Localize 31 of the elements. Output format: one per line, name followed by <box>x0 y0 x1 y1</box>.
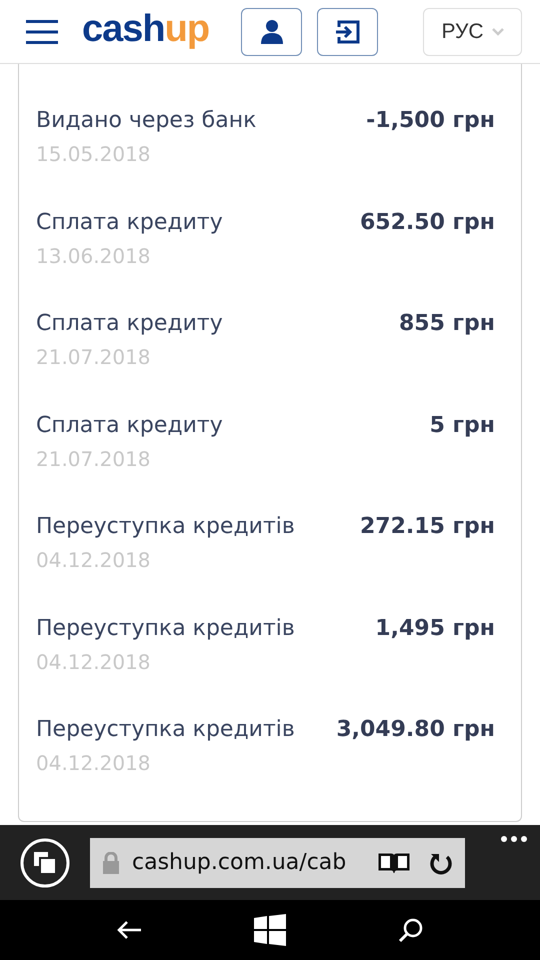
menu-icon[interactable] <box>26 20 58 44</box>
lock-icon <box>102 852 120 874</box>
chevron-icon <box>492 28 504 36</box>
transaction-title: Переуступка кредитів <box>36 614 295 642</box>
transaction-title: Переуступка кредитів <box>36 716 295 744</box>
logout-button[interactable] <box>317 8 378 56</box>
logo[interactable]: cashup <box>82 8 210 51</box>
back-icon[interactable] <box>116 920 142 940</box>
transaction-title: Видано через банк <box>36 107 256 135</box>
transaction-amount: 855 грн <box>398 310 495 338</box>
transaction-amount: 5 грн <box>430 412 495 440</box>
more-icon[interactable] <box>500 835 528 843</box>
windows-icon[interactable] <box>254 914 286 946</box>
transaction-title: Сплата кредиту <box>36 412 223 440</box>
transaction-amount: 1,495 грн <box>375 614 495 642</box>
transaction-title: Переуступка кредитів <box>36 513 295 541</box>
transaction-title: Сплата кредиту <box>36 310 223 338</box>
transaction-amount: 652.50 грн <box>360 208 495 236</box>
transaction-amount: -1,500 грн <box>366 107 495 135</box>
search-icon[interactable] <box>398 917 424 943</box>
url-text: cashup.com.ua/cab <box>132 850 348 875</box>
transaction-amount: 272.15 грн <box>360 513 495 541</box>
transaction-amount: 3,049.80 грн <box>336 716 495 744</box>
user-icon <box>260 19 283 44</box>
address-bar[interactable]: cashup.com.ua/cab <box>90 838 465 888</box>
book-icon[interactable] <box>377 852 411 874</box>
tabs-icon[interactable] <box>20 838 70 888</box>
profile-button[interactable] <box>241 8 302 56</box>
transaction-title: Сплата кредиту <box>36 208 223 236</box>
sign-in-icon <box>334 18 362 46</box>
language-select[interactable]: РУС <box>423 8 522 56</box>
